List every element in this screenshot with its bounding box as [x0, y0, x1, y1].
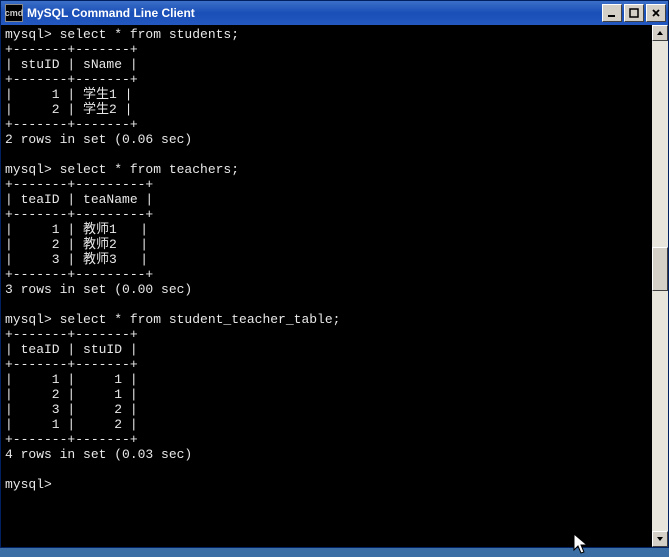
app-icon: cmd: [5, 4, 23, 22]
minimize-button[interactable]: [602, 4, 622, 22]
vertical-scrollbar[interactable]: [652, 25, 668, 547]
window-title: MySQL Command Line Client: [27, 6, 602, 20]
console-output[interactable]: mysql> select * from students; +-------+…: [1, 25, 652, 547]
titlebar[interactable]: cmd MySQL Command Line Client: [1, 1, 668, 25]
client-area: mysql> select * from students; +-------+…: [1, 25, 668, 547]
scroll-up-button[interactable]: [652, 25, 668, 41]
close-button[interactable]: [646, 4, 666, 22]
app-window: cmd MySQL Command Line Client mysql> sel…: [0, 0, 669, 548]
scroll-down-button[interactable]: [652, 531, 668, 547]
maximize-button[interactable]: [624, 4, 644, 22]
window-controls: [602, 4, 666, 22]
scroll-track[interactable]: [652, 41, 668, 531]
scroll-thumb[interactable]: [652, 247, 668, 291]
